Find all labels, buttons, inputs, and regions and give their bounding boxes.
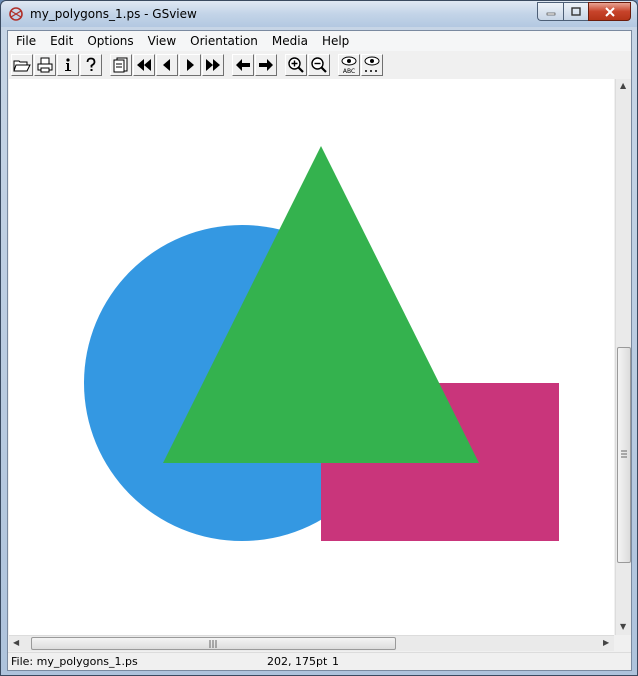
find-button[interactable] [361, 54, 383, 76]
first-page-icon [137, 59, 151, 71]
menu-view[interactable]: View [141, 31, 183, 51]
status-coordinates: 202, 175pt [267, 655, 328, 668]
prev-page-icon [163, 59, 170, 71]
goto-page-button[interactable] [110, 54, 132, 76]
next-page-button[interactable] [179, 54, 201, 76]
document-viewport[interactable] [9, 79, 614, 635]
scroll-right-icon[interactable]: ▶ [603, 638, 609, 647]
menu-edit[interactable]: Edit [43, 31, 80, 51]
status-bar: File: my_polygons_1.ps 202, 175pt 1 [8, 652, 631, 670]
next-page-icon [187, 59, 194, 71]
status-file-name: File: my_polygons_1.ps [11, 655, 138, 668]
menu-options[interactable]: Options [80, 31, 140, 51]
svg-text:ABC: ABC [343, 68, 355, 74]
grip-icon [621, 450, 627, 458]
info-icon [65, 58, 71, 71]
scroll-up-icon[interactable]: ▲ [620, 81, 626, 90]
minimize-icon [546, 12, 555, 15]
menu-file[interactable]: File [8, 31, 43, 51]
zoom-out-icon [311, 57, 327, 73]
text-extract-icon: ABC [341, 56, 357, 74]
window-title: my_polygons_1.ps - GSview [30, 7, 197, 21]
first-page-button[interactable] [133, 54, 155, 76]
menu-bar: File Edit Options View Orientation Media… [8, 31, 631, 51]
close-button[interactable] [588, 2, 631, 21]
maximize-icon [571, 6, 581, 16]
zoom-in-icon [288, 57, 304, 73]
menu-orientation[interactable]: Orientation [183, 31, 265, 51]
print-button[interactable] [34, 54, 56, 76]
vertical-scroll-thumb[interactable] [617, 347, 631, 563]
menu-help[interactable]: Help [315, 31, 356, 51]
last-page-button[interactable] [202, 54, 224, 76]
help-button[interactable] [80, 54, 102, 76]
toolbar: ABC [8, 52, 631, 78]
forward-icon [259, 59, 273, 71]
minimize-button[interactable] [537, 2, 563, 21]
client-area: File Edit Options View Orientation Media… [7, 30, 632, 671]
print-icon [37, 57, 53, 73]
last-page-icon [206, 59, 220, 71]
help-icon [86, 57, 96, 71]
size-grip[interactable] [615, 635, 631, 651]
horizontal-scrollbar[interactable]: ◀ ▶ [9, 635, 614, 651]
text-extract-button[interactable]: ABC [338, 54, 360, 76]
vertical-scrollbar[interactable]: ▲ ▼ [615, 79, 631, 635]
open-icon [13, 60, 31, 72]
zoom-in-button[interactable] [285, 54, 307, 76]
scroll-left-icon[interactable]: ◀ [13, 638, 19, 647]
gsview-window: my_polygons_1.ps - GSview File Edit Opti… [0, 0, 638, 676]
back-button[interactable] [232, 54, 254, 76]
close-icon [604, 6, 615, 17]
document-canvas [84, 146, 559, 541]
open-button[interactable] [11, 54, 33, 76]
horizontal-scroll-thumb[interactable] [31, 637, 396, 650]
goto-page-icon [113, 57, 128, 73]
status-page-number: 1 [332, 655, 339, 668]
title-bar[interactable]: my_polygons_1.ps - GSview [1, 1, 637, 27]
info-button[interactable] [57, 54, 79, 76]
gsview-app-icon [8, 6, 24, 22]
zoom-out-button[interactable] [308, 54, 330, 76]
prev-page-button[interactable] [156, 54, 178, 76]
back-icon [236, 59, 250, 71]
forward-button[interactable] [255, 54, 277, 76]
maximize-button[interactable] [563, 2, 588, 21]
menu-media[interactable]: Media [265, 31, 315, 51]
find-icon [364, 56, 380, 72]
scroll-down-icon[interactable]: ▼ [620, 622, 626, 631]
grip-icon [209, 640, 217, 648]
